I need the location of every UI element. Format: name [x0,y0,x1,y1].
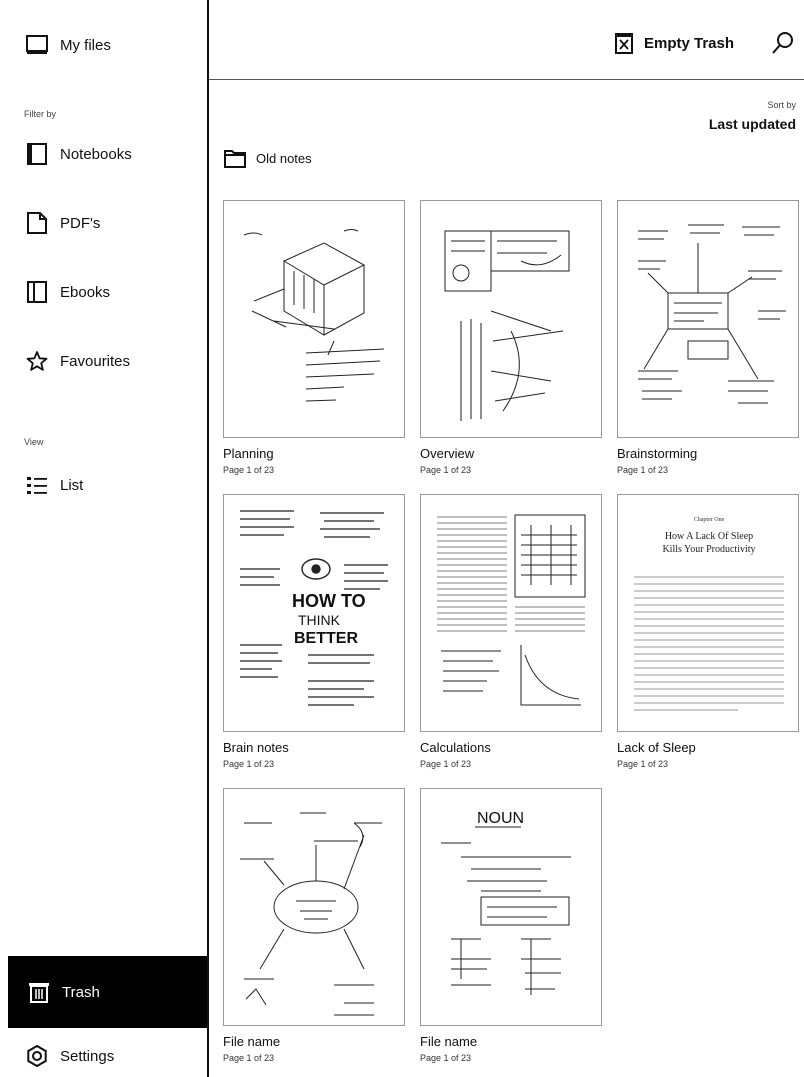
document-thumbnail: HOW TO THINK BETTER [223,494,405,732]
document-page-count: Page 1 of 23 [420,1053,472,1063]
document-card[interactable]: Chapter One How A Lack Of Sleep Kills Yo… [617,494,799,769]
document-card[interactable]: Calculations Page 1 of 23 [420,494,602,769]
sidebar-item-settings[interactable]: Settings [26,1045,114,1067]
gear-icon [26,1045,48,1067]
sidebar-item-ebooks[interactable]: Ebooks [26,281,110,303]
document-title: Brainstorming [617,446,698,461]
empty-trash-icon [614,32,634,54]
thumb-text-noun: NOUN [477,810,524,827]
sidebar-item-list[interactable]: List [26,474,83,496]
document-title: File name [420,1034,478,1049]
document-page-count: Page 1 of 23 [420,465,472,475]
sidebar-item-label: Settings [60,1047,115,1065]
thumb-text-title-1: How A Lack Of Sleep [665,531,753,542]
document-title: Lack of Sleep [617,740,696,755]
tablet-icon [26,34,48,56]
document-title: File name [223,1034,281,1049]
thumb-text-line-3: BETTER [294,630,358,647]
sidebar-item-trash[interactable]: Trash [8,956,208,1028]
sidebar-item-label: Favourites [60,352,131,370]
document-page-count: Page 1 of 23 [617,465,669,475]
document-card[interactable]: HOW TO THINK BETTER Brain notes Page 1 o… [223,494,405,769]
folder-old-notes[interactable]: Old notes [224,148,312,168]
document-title: Calculations [420,740,491,755]
sidebar-item-label: PDF's [60,214,101,232]
thumb-text-line-2: THINK [298,612,341,628]
document-thumbnail [223,200,405,438]
document-thumbnail [617,200,799,438]
empty-trash-button[interactable]: Empty Trash [614,32,734,54]
empty-trash-label: Empty Trash [644,34,735,52]
search-button[interactable] [770,30,796,56]
filter-by-label: Filter by [24,109,57,119]
list-icon [26,474,48,496]
folder-icon [224,148,246,168]
sidebar-item-label: Ebooks [60,283,111,301]
document-card[interactable]: File name Page 1 of 23 [223,788,405,1063]
search-icon [770,30,796,56]
document-thumbnail [420,494,602,732]
sort-by-label: Sort by [767,100,796,110]
document-thumbnail: Chapter One How A Lack Of Sleep Kills Yo… [617,494,799,732]
sidebar-item-notebooks[interactable]: Notebooks [26,143,132,165]
document-card[interactable]: Brainstorming Page 1 of 23 [617,200,799,475]
star-icon [26,350,48,372]
sidebar-divider [207,0,209,1077]
document-thumbnail [420,200,602,438]
document-thumbnail [223,788,405,1026]
sidebar-item-label: List [60,476,84,494]
document-title: Planning [223,446,274,461]
document-thumbnail: NOUN [420,788,602,1026]
document-page-count: Page 1 of 23 [223,759,275,769]
document-card[interactable]: Planning Page 1 of 23 [223,200,405,475]
sidebar-item-pdfs[interactable]: PDF's [26,212,100,234]
view-label: View [24,437,44,447]
ebook-icon [26,281,48,303]
trash-icon [28,981,50,1003]
sort-dropdown[interactable]: Last updated [709,116,796,132]
thumb-text-title-2: Kills Your Productivity [662,544,755,555]
document-page-count: Page 1 of 23 [617,759,669,769]
sidebar-item-label: Trash [62,983,100,1001]
document-page-count: Page 1 of 23 [223,465,275,475]
sidebar-item-label: Notebooks [60,145,132,163]
document-title: Overview [420,446,475,461]
folder-name: Old notes [256,150,312,166]
notebook-icon [26,143,48,165]
sidebar-item-label: My files [60,36,111,54]
document-title: Brain notes [223,740,289,755]
sidebar: My files Filter by Notebooks PDF's Ebook… [0,0,208,1077]
thumb-text-chapter: Chapter One [694,517,725,523]
document-page-count: Page 1 of 23 [223,1053,275,1063]
pdf-icon [26,212,48,234]
thumb-text-line-1: HOW TO [292,591,366,611]
document-page-count: Page 1 of 23 [420,759,472,769]
sidebar-item-favourites[interactable]: Favourites [26,350,130,372]
document-card[interactable]: NOUN File name Page 1 of 23 [420,788,602,1063]
sidebar-item-my-files[interactable]: My files [26,34,111,56]
document-card[interactable]: Overview Page 1 of 23 [420,200,602,475]
